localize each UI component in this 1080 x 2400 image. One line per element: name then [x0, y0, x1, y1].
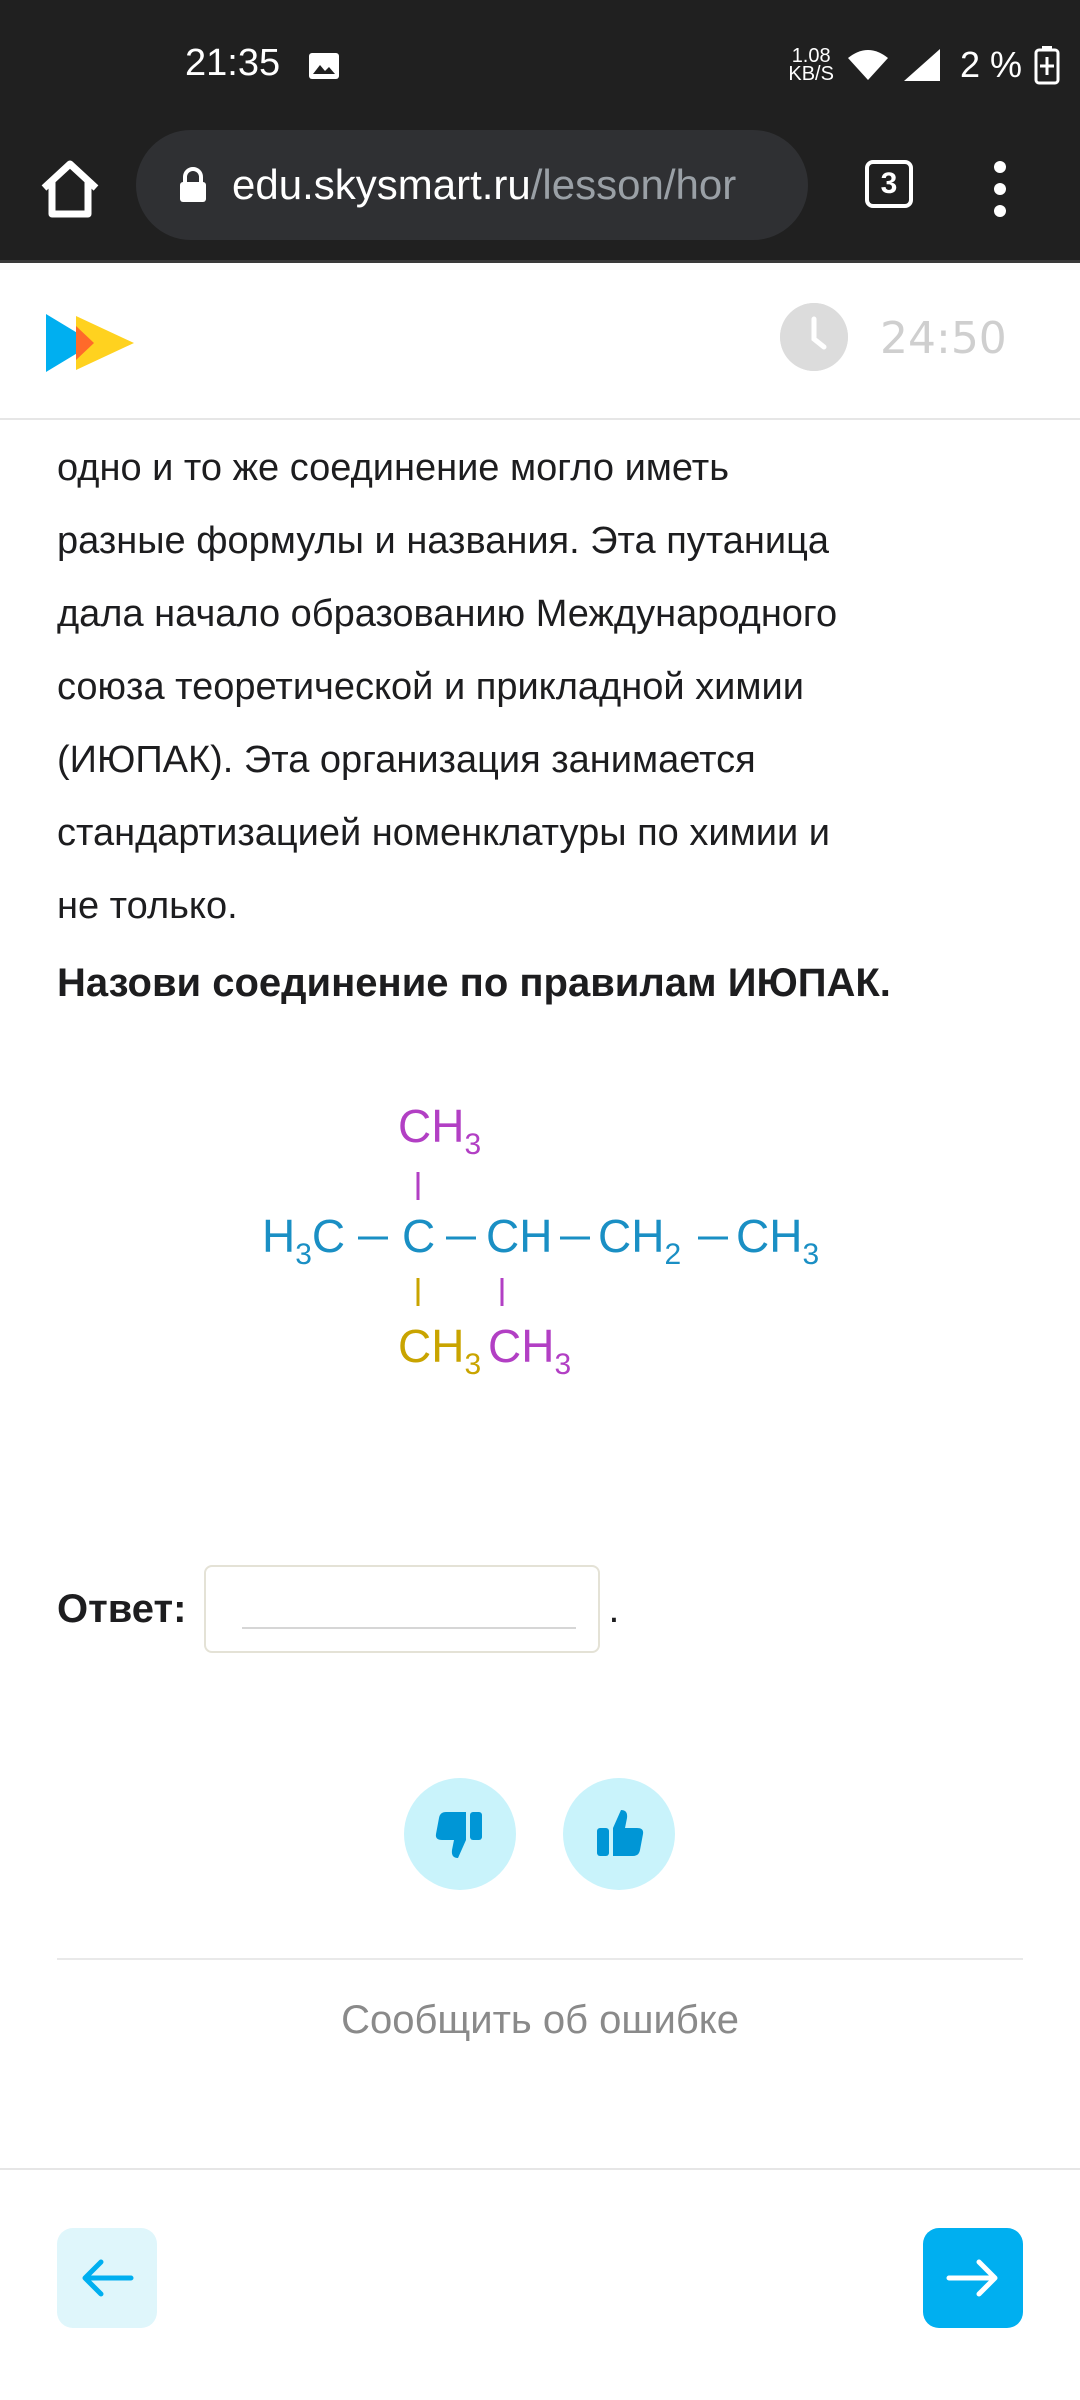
battery-charging-icon	[1034, 46, 1060, 85]
paragraph-line: разные формулы и названия. Эта путаница	[57, 520, 830, 562]
lesson-content: одно и то же соединение могло иметь разн…	[57, 420, 1027, 1006]
home-icon[interactable]	[30, 150, 110, 230]
battery-percent: 2 %	[959, 44, 1022, 85]
more-menu-icon[interactable]	[985, 155, 1015, 225]
address-bar[interactable]: edu.skysmart.ru/lesson/hor	[136, 130, 808, 240]
url-path: /lesson/hor	[530, 161, 737, 208]
question-text: Назови соединение по правилам ИЮПАК.	[57, 961, 891, 1005]
paragraph-line: (ИЮПАК). Эта организация занимается	[57, 739, 756, 781]
arrow-right-icon	[946, 2259, 998, 2297]
answer-row: Ответ: .	[57, 1565, 620, 1653]
arrow-left-icon	[82, 2259, 134, 2297]
url-text: edu.skysmart.ru/lesson/hor	[232, 161, 736, 209]
footer-divider	[0, 2168, 1080, 2170]
url-host: edu.skysmart.ru	[232, 161, 531, 208]
answer-suffix: .	[608, 1586, 620, 1631]
wifi-icon	[847, 50, 888, 80]
answer-input[interactable]	[242, 1585, 577, 1629]
formula-chain-c: C	[402, 1210, 435, 1262]
signal-icon	[903, 49, 940, 81]
paragraph-line: стандартизацией номенклатуры по химии и	[57, 812, 830, 854]
formula-top-group: CH3	[398, 1100, 481, 1161]
answer-box[interactable]	[204, 1565, 601, 1653]
tab-switcher-button[interactable]: 3	[865, 160, 913, 208]
divider	[57, 1958, 1023, 1960]
clock-icon	[780, 303, 848, 371]
network-speed: 1.08 KB/S	[788, 45, 834, 85]
lesson-paragraph: одно и то же соединение могло иметь разн…	[57, 432, 1027, 943]
status-bar: 21:35 1.08 KB/S 2 %	[0, 0, 1080, 130]
paragraph-line: союза теоретической и прикладной химии	[57, 666, 804, 708]
formula-chain-ch3: CH3	[736, 1210, 819, 1271]
app-header: 24:50	[0, 263, 1080, 420]
formula-bottom-right: CH3	[488, 1320, 571, 1381]
status-time: 21:35	[185, 42, 281, 84]
like-button[interactable]	[563, 1778, 675, 1890]
structural-formula: CH3 H3C C CH CH2 CH3 CH3 CH3	[262, 1100, 819, 1381]
thumbs-down-icon	[435, 1812, 482, 1858]
status-right: 1.08 KB/S 2 %	[788, 40, 1060, 90]
lock-icon	[180, 167, 206, 202]
dislike-button[interactable]	[404, 1778, 516, 1890]
answer-label: Ответ:	[57, 1586, 187, 1631]
next-button[interactable]	[923, 2228, 1023, 2328]
paragraph-line: дала начало образованию Международного	[57, 593, 838, 635]
formula-chain-h3c: H3C	[262, 1210, 345, 1271]
browser-toolbar: edu.skysmart.ru/lesson/hor 3	[0, 130, 1080, 263]
paragraph-line: не только.	[57, 885, 238, 927]
back-button[interactable]	[57, 2228, 157, 2328]
formula-bottom-left: CH3	[398, 1320, 481, 1381]
image-notification-icon	[309, 53, 339, 79]
formula-chain-ch: CH	[486, 1210, 552, 1262]
skysmart-logo[interactable]	[42, 308, 142, 378]
report-error-link[interactable]: Сообщить об ошибке	[0, 1998, 1080, 2043]
lesson-timer: 24:50	[880, 313, 1007, 364]
formula-chain-ch2: CH2	[598, 1210, 681, 1271]
paragraph-line: одно и то же соединение могло иметь	[57, 447, 729, 489]
thumbs-up-icon	[597, 1810, 644, 1856]
